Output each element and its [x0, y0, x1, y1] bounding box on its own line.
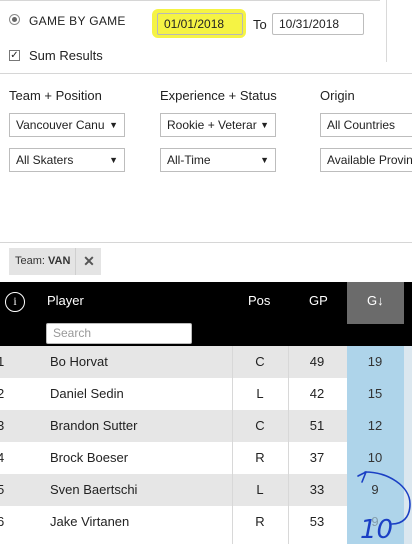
column-header-goals-label: G↓ — [367, 293, 384, 308]
from-date-input[interactable]: 01/01/2018 — [157, 13, 243, 35]
time-select-value: All-Time — [167, 153, 211, 167]
handwritten-value: 10 — [360, 515, 393, 544]
arrow-head-icon — [357, 471, 367, 483]
column-header-gp[interactable]: GP — [309, 293, 328, 308]
game-by-game-radio[interactable] — [9, 14, 20, 25]
experience-select-value: Rookie + Veterar — [167, 118, 257, 132]
top-divider — [0, 0, 380, 1]
chevron-down-icon: ▼ — [109, 120, 118, 130]
tag-key: Team: — [15, 255, 45, 267]
province-select[interactable]: Available Provin — [320, 148, 412, 172]
chevron-down-icon: ▼ — [260, 155, 269, 165]
country-select[interactable]: All Countries — [320, 113, 412, 137]
experience-select[interactable]: Rookie + Veterar ▼ — [160, 113, 276, 137]
game-by-game-label: GAME BY GAME — [29, 14, 126, 28]
team-filter-tag: Team: VAN ✕ — [9, 248, 101, 275]
handwritten-annotation: 10 — [357, 471, 411, 544]
sum-results-label: Sum Results — [29, 48, 103, 63]
goals-cell: 15 — [367, 386, 383, 401]
country-select-value: All Countries — [327, 118, 396, 132]
to-date-input[interactable]: 10/31/2018 — [272, 13, 364, 35]
info-icon[interactable]: i — [5, 292, 25, 312]
position-select-value: All Skaters — [16, 153, 74, 167]
goals-cell: 12 — [367, 418, 383, 433]
goals-cell-row: 12 — [0, 410, 412, 442]
team-select[interactable]: Vancouver Canu ▼ — [9, 113, 125, 137]
player-search-input[interactable]: Search — [46, 323, 192, 344]
time-select[interactable]: All-Time ▼ — [160, 148, 276, 172]
team-select-value: Vancouver Canu — [16, 118, 105, 132]
experience-status-title: Experience + Status — [160, 88, 277, 103]
goals-cell-row: 15 — [0, 378, 412, 410]
column-header-goals[interactable]: G↓ — [347, 282, 404, 324]
tag-value: VAN — [48, 255, 71, 267]
province-select-value: Available Provin — [327, 153, 412, 167]
chevron-down-icon: ▼ — [109, 155, 118, 165]
section-divider — [0, 73, 412, 74]
panel-divider — [386, 0, 387, 62]
position-select[interactable]: All Skaters ▼ — [9, 148, 125, 172]
goals-cell: 19 — [367, 354, 383, 369]
close-icon[interactable]: ✕ — [75, 248, 102, 275]
column-header-player[interactable]: Player — [47, 293, 84, 308]
tag-label: Team: VAN — [15, 255, 70, 267]
column-header-pos[interactable]: Pos — [248, 293, 270, 308]
team-position-title: Team + Position — [9, 88, 102, 103]
goals-cell-row: 19 — [0, 346, 412, 378]
chevron-down-icon: ▼ — [260, 120, 269, 130]
section-divider — [0, 242, 412, 243]
to-label: To — [253, 17, 267, 32]
origin-title: Origin — [320, 88, 355, 103]
sum-results-checkbox[interactable]: ✓ — [9, 50, 20, 61]
